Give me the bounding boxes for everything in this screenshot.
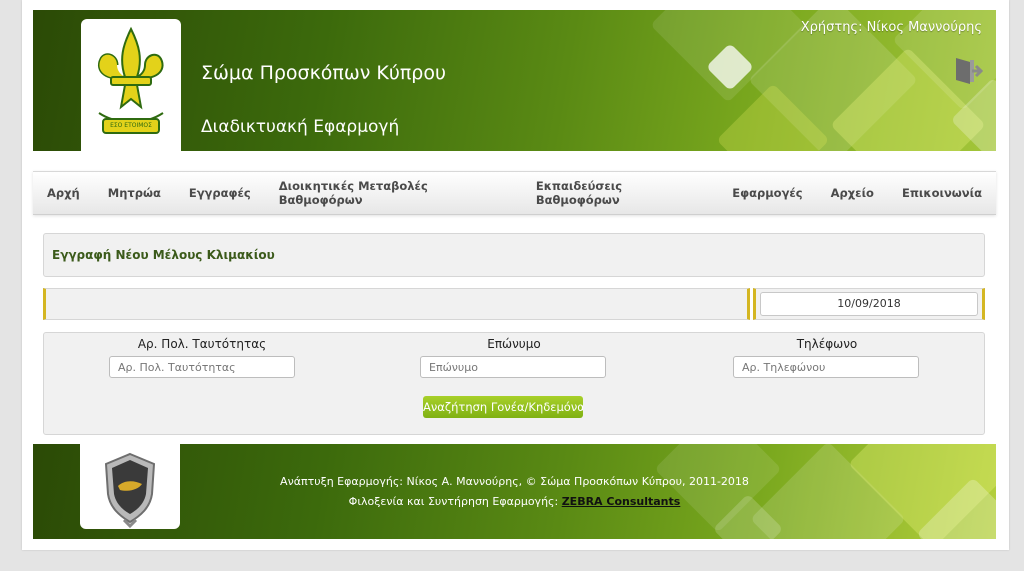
nav-item-archive[interactable]: Αρχείο	[817, 186, 888, 200]
logo-motto: ΕΣΟ ΕΤΟΙΜΟΣ	[110, 122, 152, 129]
footer-hosting: Φιλοξενία και Συντήρηση Εφαρμογής: ZEBRA…	[33, 495, 996, 508]
shield-icon	[104, 452, 156, 529]
date-container: 10/09/2018	[753, 288, 985, 320]
footer-banner: Ανάπτυξη Εφαρμογής: Νίκος Α. Μαννούρης, …	[33, 444, 996, 539]
date-bar: 10/09/2018	[43, 288, 985, 320]
date-display: 10/09/2018	[760, 292, 978, 316]
phone-input[interactable]	[733, 356, 919, 378]
search-panel: Αρ. Πολ. Ταυτότητας Επώνυμο Τηλέφωνο Ανα…	[43, 332, 985, 435]
zebra-link[interactable]: ZEBRA Consultants	[562, 495, 681, 508]
nav-item-applications[interactable]: Εφαρμογές	[718, 186, 816, 200]
id-label: Αρ. Πολ. Ταυτότητας	[137, 337, 267, 351]
page-title: Εγγραφή Νέου Μέλους Κλιμακίου	[52, 248, 275, 262]
footer-credits: Ανάπτυξη Εφαρμογής: Νίκος Α. Μαννούρης, …	[280, 475, 749, 488]
scout-logo: ΕΣΟ ΕΤΟΙΜΟΣ	[81, 19, 181, 151]
page-container: ΕΣΟ ΕΤΟΙΜΟΣ Σώμα Προσκόπων Κύπρου Διαδικ…	[22, 0, 1009, 550]
nav-item-admin-changes[interactable]: Διοικητικές Μεταβολές Βαθμοφόρων	[265, 179, 522, 207]
date-bar-spacer	[43, 288, 750, 320]
nav-item-registrations[interactable]: Εγγραφές	[175, 186, 265, 200]
search-parent-button[interactable]: Αναζήτηση Γονέα/Κηδεμόνα	[423, 396, 583, 418]
org-title: Σώμα Προσκόπων Κύπρου	[201, 62, 446, 84]
nav-item-trainings[interactable]: Εκπαιδεύσεις Βαθμοφόρων	[522, 179, 718, 207]
nav-item-contact[interactable]: Επικοινωνία	[888, 186, 996, 200]
logout-door-icon	[956, 58, 984, 84]
logout-button[interactable]	[952, 54, 986, 88]
app-title: Διαδικτυακή Εφαρμογή	[201, 117, 400, 137]
surname-label: Επώνυμο	[487, 337, 541, 351]
id-number-input[interactable]	[109, 356, 295, 378]
footer-hosting-label: Φιλοξενία και Συντήρηση Εφαρμογής:	[348, 495, 562, 508]
header-banner: ΕΣΟ ΕΤΟΙΜΟΣ Σώμα Προσκόπων Κύπρου Διαδικ…	[33, 10, 996, 151]
nav-item-home[interactable]: Αρχή	[33, 186, 94, 200]
main-navigation: Αρχή Μητρώα Εγγραφές Διοικητικές Μεταβολ…	[33, 171, 996, 215]
title-panel: Εγγραφή Νέου Μέλους Κλιμακίου	[43, 233, 985, 277]
current-user: Χρήστης: Νίκος Μαννούρης	[800, 20, 982, 35]
phone-label: Τηλέφωνο	[796, 337, 858, 351]
surname-input[interactable]	[420, 356, 606, 378]
nav-item-registries[interactable]: Μητρώα	[94, 186, 175, 200]
